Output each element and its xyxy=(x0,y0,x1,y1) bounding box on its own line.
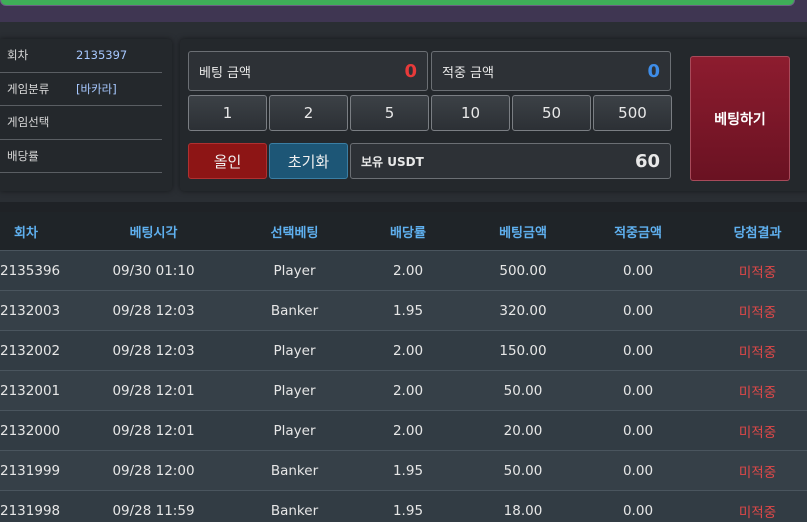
cell-round: 2131999 xyxy=(0,462,61,479)
cell-win-amount: 0.00 xyxy=(622,302,654,319)
cell-result: 미적중 xyxy=(738,424,777,441)
cell-result: 미적중 xyxy=(738,264,777,281)
cell-round: 2132003 xyxy=(0,302,61,319)
header-result: 당첨결과 xyxy=(733,225,782,241)
cell-win-amount: 0.00 xyxy=(622,502,654,519)
win-amount-value: 0 xyxy=(647,60,660,82)
cell-result: 미적중 xyxy=(738,504,777,521)
cell-round: 2132002 xyxy=(0,342,61,359)
cell-odds: 2.00 xyxy=(392,342,424,359)
chip-button-5[interactable]: 5 xyxy=(350,95,429,131)
bet-history-table: 회차 베팅시각 선택베팅 배당률 베팅금액 적중금액 당첨결과 2135396 0… xyxy=(0,212,807,522)
cell-win-amount: 0.00 xyxy=(622,382,654,399)
win-amount-label: 적중 금액 xyxy=(442,65,494,81)
table-row: 2135396 09/30 01:10 Player 2.00 500.00 0.00 미적… xyxy=(0,250,807,290)
cell-odds: 2.00 xyxy=(392,422,424,439)
cell-bet-time: 09/28 12:03 xyxy=(112,302,195,319)
usdt-balance-display: 보유 USDT 60 xyxy=(350,143,671,179)
cell-odds: 2.00 xyxy=(392,382,424,399)
section-divider xyxy=(0,202,807,212)
cell-selection: Player xyxy=(273,422,316,439)
bet-amount-value: 0 xyxy=(404,60,417,82)
cell-result: 미적중 xyxy=(738,384,777,401)
all-in-button[interactable]: 올인 xyxy=(188,143,267,179)
table-header: 회차 베팅시각 선택베팅 배당률 베팅금액 적중금액 당첨결과 xyxy=(0,212,807,250)
header-bet-time: 베팅시각 xyxy=(129,225,178,241)
info-row-game-select: 게임선택 xyxy=(0,106,162,140)
info-label: 회차 xyxy=(7,48,29,63)
cell-selection: Player xyxy=(273,262,316,279)
table-row: 2132000 09/28 12:01 Player 2.00 20.00 0.00 미적중 xyxy=(0,410,807,450)
chip-button-50[interactable]: 50 xyxy=(512,95,591,131)
table-row: 2132001 09/28 12:01 Player 2.00 50.00 0.00 미적중 xyxy=(0,370,807,410)
cell-odds: 2.00 xyxy=(392,262,424,279)
cell-win-amount: 0.00 xyxy=(622,422,654,439)
table-row: 2131998 09/28 11:59 Banker 1.95 18.00 0.00 미적중 xyxy=(0,490,807,522)
table-body: 2135396 09/30 01:10 Player 2.00 500.00 0.00 미적… xyxy=(0,250,807,522)
cell-bet-amount: 18.00 xyxy=(503,502,543,519)
cell-bet-time: 09/28 11:59 xyxy=(112,502,195,519)
table-row: 2132003 09/28 12:03 Banker 1.95 320.00 0.00 미적… xyxy=(0,290,807,330)
cell-selection: Banker xyxy=(270,302,319,319)
chip-button-500[interactable]: 500 xyxy=(593,95,672,131)
cell-round: 2132001 xyxy=(0,382,61,399)
cell-bet-amount: 50.00 xyxy=(503,462,543,479)
info-row-game-type: 게임분류 [바카라] xyxy=(0,73,162,106)
cell-selection: Player xyxy=(273,382,316,399)
cell-odds: 1.95 xyxy=(392,302,424,319)
header-odds: 배당률 xyxy=(390,225,426,241)
cell-selection: Banker xyxy=(270,502,319,519)
cell-bet-amount: 50.00 xyxy=(503,382,543,399)
cell-bet-amount: 20.00 xyxy=(503,422,543,439)
cell-bet-time: 09/28 12:00 xyxy=(112,462,195,479)
place-bet-button[interactable]: 베팅하기 xyxy=(690,56,790,181)
table-row: 2132002 09/28 12:03 Player 2.00 150.00 0.00 미적… xyxy=(0,330,807,370)
cell-round: 2131998 xyxy=(0,502,61,519)
reset-button[interactable]: 초기화 xyxy=(269,143,348,179)
info-value: [바카라] xyxy=(76,81,117,96)
cell-bet-time: 09/28 12:03 xyxy=(112,342,195,359)
bet-panel: 베팅 금액 0 적중 금액 0 1 2 5 10 50 500 올인 초기화 보… xyxy=(180,39,807,191)
cell-bet-amount: 500.00 xyxy=(499,262,547,279)
bet-amount-label: 베팅 금액 xyxy=(199,65,251,81)
chip-button-2[interactable]: 2 xyxy=(269,95,348,131)
chip-button-10[interactable]: 10 xyxy=(431,95,510,131)
chip-button-1[interactable]: 1 xyxy=(188,95,267,131)
cell-bet-time: 09/28 12:01 xyxy=(112,422,195,439)
info-label: 게임분류 xyxy=(7,81,50,96)
cell-win-amount: 0.00 xyxy=(622,262,654,279)
cell-result: 미적중 xyxy=(738,464,777,481)
table-row: 2131999 09/28 12:00 Banker 1.95 50.00 0.00 미적중 xyxy=(0,450,807,490)
cell-bet-time: 09/30 01:10 xyxy=(112,262,195,279)
info-row-odds: 배당률 xyxy=(0,140,162,173)
cell-result: 미적중 xyxy=(738,344,777,361)
round-info-panel: 회차 2135397 게임분류 [바카라] 게임선택 배당률 xyxy=(0,39,172,191)
info-label: 게임선택 xyxy=(7,115,50,130)
top-bar-accent xyxy=(0,0,795,6)
info-value: 2135397 xyxy=(76,48,128,63)
header-selection: 선택베팅 xyxy=(270,225,319,241)
cell-result: 미적중 xyxy=(738,304,777,321)
cell-odds: 1.95 xyxy=(392,502,424,519)
cell-bet-time: 09/28 12:01 xyxy=(112,382,195,399)
info-row-round: 회차 2135397 xyxy=(0,39,162,73)
cell-selection: Player xyxy=(273,342,316,359)
bet-amount-display: 베팅 금액 0 xyxy=(188,51,428,91)
cell-odds: 1.95 xyxy=(392,462,424,479)
cell-win-amount: 0.00 xyxy=(622,342,654,359)
info-label: 배당률 xyxy=(7,148,39,163)
usdt-balance-value: 60 xyxy=(634,150,660,172)
cell-win-amount: 0.00 xyxy=(622,462,654,479)
cell-round: 2132000 xyxy=(0,422,61,439)
header-bet-amount: 베팅금액 xyxy=(499,225,547,241)
header-win-amount: 적중금액 xyxy=(614,225,662,241)
cell-selection: Banker xyxy=(270,462,319,479)
cell-round: 2135396 xyxy=(0,262,61,279)
top-bar xyxy=(0,0,807,22)
cell-bet-amount: 150.00 xyxy=(499,342,547,359)
header-round: 회차 xyxy=(14,225,38,241)
usdt-balance-label: 보유 USDT xyxy=(361,154,424,169)
cell-bet-amount: 320.00 xyxy=(499,302,547,319)
win-amount-display: 적중 금액 0 xyxy=(431,51,671,91)
